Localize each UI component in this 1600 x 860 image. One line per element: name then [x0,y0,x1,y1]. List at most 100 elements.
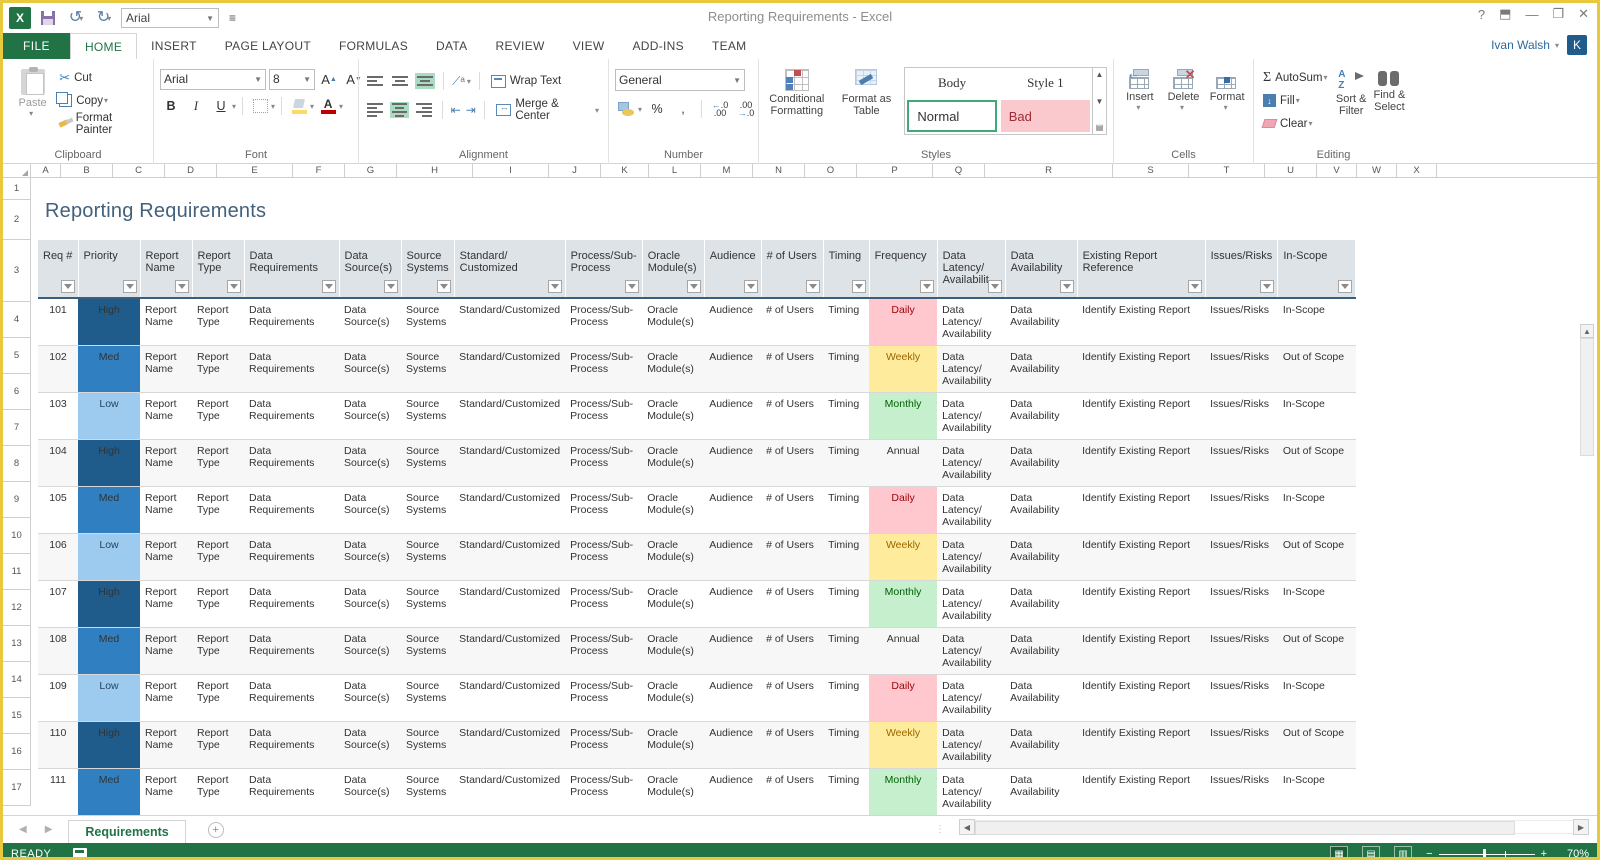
cell-source-systems[interactable]: Source Systems [401,627,455,675]
gallery-scroll-up-icon[interactable]: ▲ [1096,70,1104,79]
cell-latency[interactable]: Data Latency/ Availability [937,298,1006,346]
cell-issues[interactable]: Issues/Risks [1205,627,1278,675]
row-header-4[interactable]: 4 [3,302,31,338]
cell-audience[interactable]: Audience [704,674,762,722]
cell-standard[interactable]: Standard/Customized [454,345,566,393]
cell-oracle[interactable]: Oracle Module(s) [642,627,705,675]
row-header-17[interactable]: 17 [3,770,31,806]
filter-dropdown-icon[interactable] [1187,280,1202,293]
column-header-cell[interactable]: Audience [704,240,762,298]
cut-button[interactable]: ✂ Cut [56,67,147,88]
cell-users[interactable]: # of Users [761,580,824,628]
cell-data-requirements[interactable]: Data Requirements [244,627,339,675]
cell-existing[interactable]: Identify Existing Report [1077,627,1206,675]
row-header-5[interactable]: 5 [3,338,31,374]
accounting-format-button[interactable] [615,99,637,120]
find-select-button[interactable]: Find & Select [1372,67,1407,113]
row-header-7[interactable]: 7 [3,410,31,446]
cell-audience[interactable]: Audience [704,439,762,487]
zoom-slider[interactable]: − + [1426,848,1547,857]
row-header-3[interactable]: 3 [3,240,31,302]
column-header-C[interactable]: C [113,164,165,177]
cell-availability[interactable]: Data Availability [1005,533,1078,581]
column-header-cell[interactable]: Standard/ Customized [454,240,566,298]
cell-scope[interactable]: In-Scope [1277,674,1356,722]
cell-req-number[interactable]: 103 [38,392,78,440]
cell-scope[interactable]: Out of Scope [1277,439,1356,487]
column-header-J[interactable]: J [549,164,601,177]
cell-standard[interactable]: Standard/Customized [454,768,566,815]
cell-issues[interactable]: Issues/Risks [1205,533,1278,581]
cell-priority[interactable]: Med [78,486,140,534]
tab-team[interactable]: TEAM [698,33,761,59]
cell-source-systems[interactable]: Source Systems [401,768,455,815]
table-row[interactable]: 111 Med Report Name Report Type Data Require… [38,768,1356,815]
table-row[interactable]: 102 Med Report Name Report Type Data Require… [38,345,1356,393]
cell-existing[interactable]: Identify Existing Report [1077,345,1206,393]
cell-timing[interactable]: Timing [823,768,870,815]
align-bottom-button[interactable] [415,73,435,89]
decrease-decimal-button[interactable]: .00 →.0 [735,99,757,120]
copy-button[interactable]: Copy ▾ [56,90,147,111]
table-row[interactable]: 104 High Report Name Report Type Data Requir… [38,439,1356,487]
cell-standard[interactable]: Standard/Customized [454,439,566,487]
cell-users[interactable]: # of Users [761,627,824,675]
cell-process[interactable]: Process/Sub-Process [565,345,643,393]
cell-existing[interactable]: Identify Existing Report [1077,580,1206,628]
column-header-U[interactable]: U [1265,164,1317,177]
format-cells-button[interactable]: Format ▾ [1207,67,1247,112]
cell-timing[interactable]: Timing [823,439,870,487]
cell-latency[interactable]: Data Latency/ Availability [937,768,1006,815]
cell-users[interactable]: # of Users [761,674,824,722]
cell-styles-gallery[interactable]: Body Normal Style 1 Bad ▲ ▼ ▤ [904,67,1107,135]
percent-style-button[interactable]: % [646,99,668,120]
cell-report-type[interactable]: Report Type [192,486,244,534]
cell-frequency[interactable]: Weekly [869,345,938,393]
style-cell-bad[interactable]: Style 1 Bad [999,68,1092,134]
cell-frequency[interactable]: Annual [869,439,938,487]
filter-dropdown-icon[interactable] [436,280,451,293]
column-header-M[interactable]: M [701,164,753,177]
column-header-cell[interactable]: Report Type [192,240,245,298]
hscroll-right-button[interactable]: ▶ [1573,819,1589,835]
column-header-R[interactable]: R [985,164,1113,177]
zoom-out-button[interactable]: − [1426,848,1432,857]
cell-scope[interactable]: In-Scope [1277,392,1356,440]
cell-standard[interactable]: Standard/Customized [454,627,566,675]
cell-data-sources[interactable]: Data Source(s) [339,486,401,534]
cell-report-type[interactable]: Report Type [192,345,244,393]
cell-frequency[interactable]: Daily [869,486,938,534]
column-header-cell[interactable]: Existing Report Reference [1077,240,1206,298]
filter-dropdown-icon[interactable] [624,280,639,293]
style-cell-normal[interactable]: Body Normal [905,68,998,134]
column-header-S[interactable]: S [1113,164,1189,177]
cell-source-systems[interactable]: Source Systems [401,486,455,534]
cell-data-requirements[interactable]: Data Requirements [244,768,339,815]
cell-req-number[interactable]: 107 [38,580,78,628]
cell-priority[interactable]: Med [78,345,140,393]
cell-req-number[interactable]: 102 [38,345,78,393]
cell-process[interactable]: Process/Sub-Process [565,627,643,675]
sheet-next-icon[interactable]: ▶ [45,824,53,835]
cell-scope[interactable]: In-Scope [1277,298,1356,346]
cell-source-systems[interactable]: Source Systems [401,721,455,769]
normal-view-button[interactable]: ▦ [1330,846,1349,857]
cell-timing[interactable]: Timing [823,345,870,393]
user-account[interactable]: Ivan Walsh ▾ K [1491,35,1587,55]
cell-issues[interactable]: Issues/Risks [1205,439,1278,487]
cell-availability[interactable]: Data Availability [1005,580,1078,628]
cell-source-systems[interactable]: Source Systems [401,439,455,487]
cell-standard[interactable]: Standard/Customized [454,486,566,534]
increase-decimal-button[interactable]: ←.0.00 [709,99,731,120]
column-header-G[interactable]: G [345,164,397,177]
cell-source-systems[interactable]: Source Systems [401,298,455,346]
font-color-button[interactable]: A [317,96,339,117]
cell-report-type[interactable]: Report Type [192,721,244,769]
row-header-6[interactable]: 6 [3,374,31,410]
cell-scope[interactable]: In-Scope [1277,580,1356,628]
cell-report-type[interactable]: Report Type [192,392,244,440]
font-size-input[interactable]: 8 ▼ [269,68,315,90]
cell-oracle[interactable]: Oracle Module(s) [642,345,705,393]
horizontal-scrollbar[interactable]: ◀ ▶ [959,819,1589,835]
cell-frequency[interactable]: Daily [869,674,938,722]
